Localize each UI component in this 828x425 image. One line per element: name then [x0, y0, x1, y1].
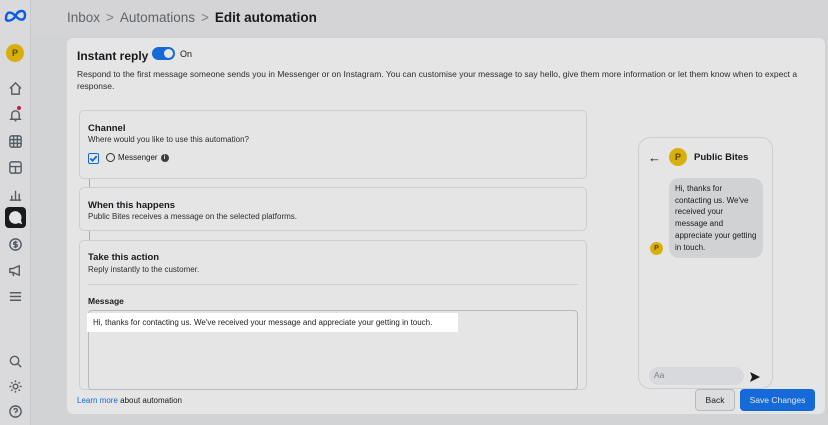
breadcrumb-current: Edit automation — [214, 10, 317, 25]
highlighted-message-text[interactable]: Hi, thanks for contacting us. We've rece… — [88, 314, 457, 331]
action-subtitle: Reply instantly to the customer. — [88, 265, 200, 274]
breadcrumb-automations[interactable]: Automations — [120, 10, 195, 25]
ads-icon[interactable] — [7, 262, 24, 279]
meta-logo-icon[interactable] — [4, 9, 27, 22]
sender-avatar: P — [650, 242, 663, 255]
chevron-right-icon: > — [106, 10, 114, 25]
messenger-label: Messenger — [118, 153, 158, 162]
divider — [88, 284, 578, 285]
messenger-option[interactable]: Messenger i — [106, 153, 169, 162]
learn-more-link[interactable]: Learn more — [77, 396, 118, 405]
send-icon — [749, 370, 761, 382]
pages-icon[interactable] — [7, 159, 24, 176]
grid-icon[interactable] — [7, 133, 24, 150]
back-arrow-icon: ← — [648, 150, 661, 165]
back-button[interactable]: Back — [695, 389, 735, 411]
info-icon[interactable]: i — [160, 153, 169, 162]
settings-icon[interactable] — [7, 378, 24, 395]
notification-dot — [17, 106, 21, 110]
toggle-label: On — [180, 49, 193, 59]
search-icon[interactable] — [7, 353, 24, 370]
breadcrumb-inbox[interactable]: Inbox — [67, 10, 100, 25]
preview-message-bubble: Hi, thanks for contacting us. We've rece… — [669, 178, 763, 259]
channel-subtitle: Where would you like to use this automat… — [88, 135, 249, 144]
step-connector — [89, 231, 90, 240]
messenger-icon — [106, 153, 115, 162]
breadcrumb: Inbox > Automations > Edit automation — [67, 10, 317, 25]
monetization-icon[interactable] — [7, 236, 24, 253]
action-title: Take this action — [88, 252, 160, 263]
automation-description: Respond to the first message someone sen… — [77, 69, 798, 91]
page-name: Public Bites — [694, 152, 749, 163]
notifications-icon[interactable] — [7, 107, 24, 124]
automation-title: Instant reply — [77, 49, 149, 63]
channel-title: Channel — [88, 123, 126, 134]
trigger-card: When this happens Public Bites receives … — [79, 187, 587, 231]
channel-card: Channel Where would you like to use this… — [79, 110, 587, 179]
trigger-subtitle: Public Bites receives a message on the s… — [88, 212, 297, 221]
learn-more-suffix: about automation — [117, 396, 182, 405]
inbox-icon[interactable] — [5, 207, 26, 228]
message-label: Message — [88, 296, 124, 306]
home-icon[interactable] — [7, 80, 24, 97]
message-preview: ← P Public Bites Hi, thanks for contacti… — [638, 137, 773, 389]
left-nav-rail: P — [0, 0, 31, 425]
step-connector — [89, 179, 90, 187]
messenger-checkbox[interactable] — [88, 153, 99, 164]
help-icon[interactable] — [7, 403, 24, 420]
save-changes-button[interactable]: Save Changes — [740, 389, 815, 411]
page-avatar: P — [669, 148, 687, 166]
profile-avatar[interactable]: P — [6, 44, 24, 62]
preview-input: Aa — [649, 367, 744, 385]
learn-more-text: Learn more about automation — [77, 396, 182, 405]
trigger-title: When this happens — [88, 200, 176, 211]
insights-icon[interactable] — [7, 186, 24, 203]
menu-icon[interactable] — [7, 288, 24, 305]
chevron-right-icon: > — [200, 10, 209, 25]
instant-reply-toggle[interactable] — [152, 47, 175, 60]
